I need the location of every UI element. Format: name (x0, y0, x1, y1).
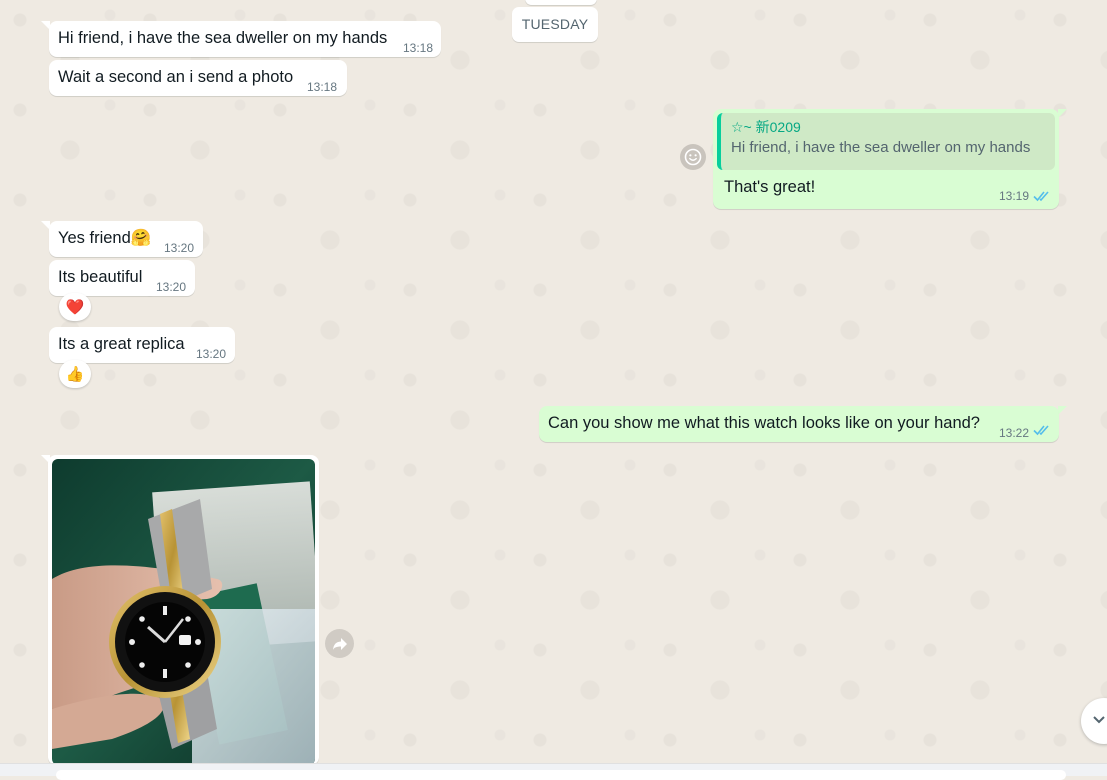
double-check-icon (1033, 191, 1049, 202)
chevron-down-icon (1093, 716, 1105, 724)
message-bubble-incoming[interactable]: Yes friend🤗 13:20 (49, 221, 203, 257)
forward-icon (332, 637, 347, 650)
message-bubble-incoming[interactable]: Hi friend, i have the sea dweller on my … (49, 21, 441, 57)
message-time: 13:22 (999, 426, 1030, 440)
bubble-tail (1058, 109, 1067, 118)
day-separator: TUESDAY (512, 7, 598, 42)
watch-photo[interactable] (52, 459, 315, 765)
forward-button[interactable] (325, 629, 354, 658)
message-text: Hi friend, i have the sea dweller on my … (58, 29, 388, 47)
message-time: 13:20 (196, 347, 227, 361)
heart-icon: ❤️ (65, 298, 85, 316)
smiley-icon[interactable] (679, 143, 707, 171)
reaction-thumbs-up[interactable]: 👍 (59, 360, 91, 388)
quoted-author: ☆~ 新0209 (731, 119, 801, 135)
thumbs-up-icon: 👍 (65, 365, 85, 383)
message-text: Can you show me what this watch looks li… (548, 414, 980, 432)
message-bubble-incoming[interactable]: Wait a second an i send a photo 13:18 (49, 60, 347, 96)
message-bubble-incoming[interactable]: Its a great replica 13:20 (49, 327, 235, 363)
message-bubble-incoming[interactable]: Its beautiful 13:20 (49, 260, 195, 296)
message-text: Wait a second an i send a photo (58, 68, 294, 86)
message-time: 13:19 (999, 189, 1030, 203)
message-text: Its beautiful (58, 268, 143, 286)
message-text: Yes friend (58, 229, 131, 247)
previous-date-chip (525, 0, 597, 5)
image-message[interactable] (48, 455, 319, 765)
reaction-heart[interactable]: ❤️ (59, 293, 91, 321)
bubble-tail (1058, 406, 1067, 415)
hugging-face-emoji: 🤗 (130, 228, 152, 247)
message-time: 13:18 (307, 80, 338, 94)
message-time: 13:20 (164, 241, 195, 255)
message-text: That's great! (724, 178, 816, 196)
message-text: Its a great replica (58, 335, 185, 353)
message-input[interactable] (56, 770, 1066, 780)
message-bubble-outgoing[interactable]: Can you show me what this watch looks li… (539, 406, 1059, 442)
message-time: 13:20 (156, 280, 187, 294)
double-check-icon (1033, 425, 1049, 436)
quoted-text: Hi friend, i have the sea dweller on my … (731, 139, 1031, 156)
quoted-message[interactable]: ☆~ 新0209 Hi friend, i have the sea dwell… (717, 113, 1055, 170)
message-time: 13:18 (403, 41, 434, 55)
